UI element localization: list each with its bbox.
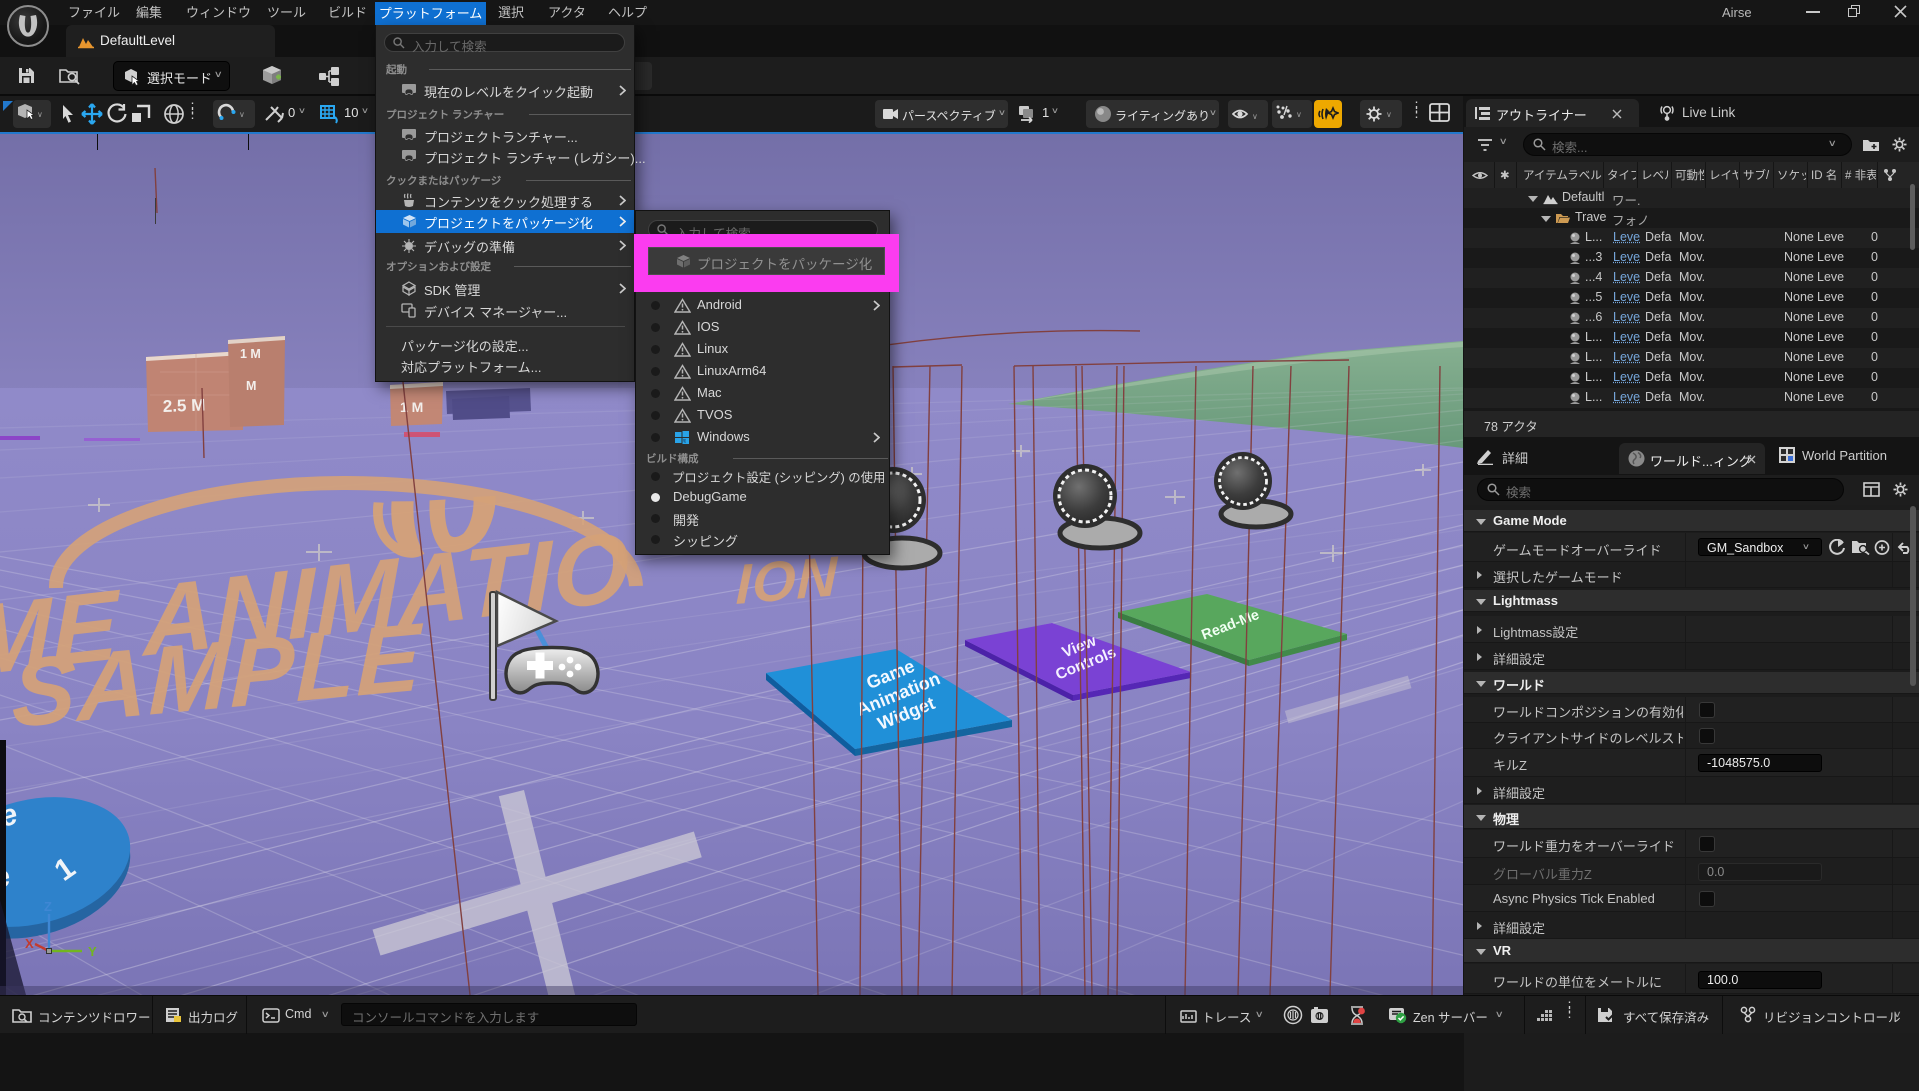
svg-text:X: X bbox=[25, 936, 34, 951]
svg-text:M: M bbox=[246, 379, 256, 393]
svg-text:1 M: 1 M bbox=[400, 399, 423, 415]
svg-text:Z: Z bbox=[44, 899, 52, 914]
svg-text:∨: ∨ bbox=[239, 110, 245, 119]
svg-text:∨: ∨ bbox=[1386, 110, 1392, 119]
svg-text:∨: ∨ bbox=[1296, 110, 1302, 119]
svg-text:Y: Y bbox=[88, 944, 97, 959]
svg-text:∨: ∨ bbox=[301, 74, 302, 84]
svg-text:∨: ∨ bbox=[37, 110, 43, 119]
svg-text:2.5 M: 2.5 M bbox=[162, 396, 205, 416]
svg-text:∨: ∨ bbox=[359, 73, 361, 83]
svg-text:∨: ∨ bbox=[1252, 112, 1258, 121]
svg-text:1 M: 1 M bbox=[240, 347, 261, 361]
